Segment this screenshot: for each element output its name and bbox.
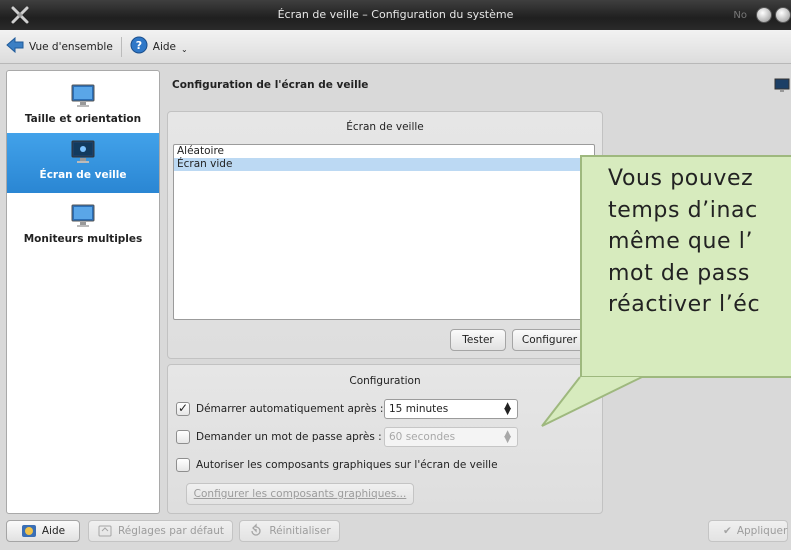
screensaver-monitor-icon — [70, 139, 96, 165]
callout-line: même que l’ — [608, 229, 754, 254]
callout-line: mot de pass — [608, 260, 750, 286]
list-item[interactable]: Écran vide — [174, 158, 594, 171]
monitor-icon — [70, 203, 96, 229]
help-callout: Vous pouvez temps d’inac même que l’ mot… — [580, 155, 791, 378]
list-item[interactable]: Aléatoire — [174, 145, 594, 158]
monitor-icon — [774, 78, 790, 97]
sidebar-item-label: Taille et orientation — [24, 113, 142, 125]
defaults-button-label: Réglages par défaut — [117, 525, 224, 537]
auto-start-value: 15 minutes — [389, 403, 449, 415]
svg-text:?: ? — [136, 39, 142, 52]
password-delay-value: 60 secondes — [389, 431, 456, 443]
sidebar-item-label: Moniteurs multiples — [23, 233, 143, 245]
configure-widgets-label: Configurer les composants graphiques... — [193, 488, 407, 500]
password-row: Demander un mot de passe après : — [176, 430, 382, 444]
reset-button-label: Réinitialiser — [269, 525, 331, 537]
test-button[interactable]: Tester — [450, 329, 506, 351]
checkmark-icon: ✔ — [723, 525, 732, 537]
maximize-button[interactable] — [775, 7, 791, 23]
auto-start-duration-select[interactable]: 15 minutes ▲ ▼ — [384, 399, 518, 419]
callout-pointer — [541, 376, 643, 427]
test-button-label: Tester — [462, 334, 494, 346]
configure-button[interactable]: Configurer — [512, 329, 587, 351]
auto-start-row: Démarrer automatiquement après : — [176, 401, 384, 416]
reset-button[interactable]: Réinitialiser — [239, 520, 340, 542]
widgets-label: Autoriser les composants graphiques sur … — [196, 459, 498, 471]
callout-line: temps d’inac — [608, 197, 758, 223]
callout-text: Vous pouvez temps d’inac même que l’ mot… — [608, 163, 760, 321]
minimize-button[interactable] — [756, 7, 772, 23]
widgets-checkbox[interactable] — [176, 458, 190, 472]
defaults-icon — [97, 523, 113, 539]
sidebar-item-screensaver[interactable]: Écran de veille — [7, 133, 159, 193]
screensaver-list[interactable]: Aléatoire Écran vide — [173, 144, 595, 320]
window-ghost-text: No — [733, 9, 747, 21]
apply-button-label: Appliquer — [736, 525, 788, 537]
password-label: Demander un mot de passe après : — [196, 431, 382, 443]
chevron-down-icon: ⌄ — [181, 45, 188, 54]
toolbar-separator — [120, 36, 122, 57]
help-label: Aide — [152, 40, 177, 53]
defaults-button[interactable]: Réglages par défaut — [88, 520, 233, 542]
help-button[interactable]: Aide — [6, 520, 80, 542]
help-button-label: Aide — [41, 525, 66, 537]
configure-widgets-button[interactable]: Configurer les composants graphiques... — [186, 483, 414, 505]
auto-start-label: Démarrer automatiquement après : — [196, 403, 384, 415]
back-arrow-icon — [6, 36, 24, 56]
help-icon: ? — [130, 36, 148, 57]
sidebar: Taille et orientation Écran de veille Mo… — [6, 70, 160, 514]
help-book-icon — [21, 523, 37, 539]
password-checkbox[interactable] — [176, 430, 190, 444]
callout-line: Vous pouvez — [608, 166, 754, 191]
monitor-icon — [70, 83, 96, 109]
overview-button[interactable]: Vue d'ensemble — [6, 36, 113, 56]
group-title: Écran de veille — [346, 121, 424, 133]
page-title: Configuration de l'écran de veille — [172, 79, 369, 91]
sidebar-item-size-orientation[interactable]: Taille et orientation — [7, 83, 159, 131]
overview-label: Vue d'ensemble — [29, 40, 113, 53]
spin-arrows-icon: ▲ ▼ — [504, 429, 511, 445]
title-bar: Écran de veille – Configuration du systè… — [0, 0, 791, 30]
help-menu-button[interactable]: ? Aide ⌄ — [130, 36, 188, 57]
widgets-row: Autoriser les composants graphiques sur … — [176, 458, 498, 472]
reset-icon — [248, 523, 264, 539]
auto-start-checkbox[interactable] — [176, 401, 190, 416]
callout-line: réactiver l’éc — [608, 292, 761, 317]
window-title: Écran de veille – Configuration du systè… — [277, 8, 514, 21]
toolbar: Vue d'ensemble ? Aide ⌄ — [0, 30, 791, 64]
password-delay-select[interactable]: 60 secondes ▲ ▼ — [384, 427, 518, 447]
bottom-bar: Aide Réglages par défaut Réinitialiser ✔… — [0, 516, 791, 550]
sidebar-item-label: Écran de veille — [39, 169, 127, 181]
apply-button[interactable]: ✔ Appliquer — [708, 520, 788, 542]
spin-arrows-icon: ▲ ▼ — [504, 401, 511, 417]
configure-button-label: Configurer — [521, 334, 578, 346]
sidebar-item-multiple-monitors[interactable]: Moniteurs multiples — [7, 203, 159, 251]
